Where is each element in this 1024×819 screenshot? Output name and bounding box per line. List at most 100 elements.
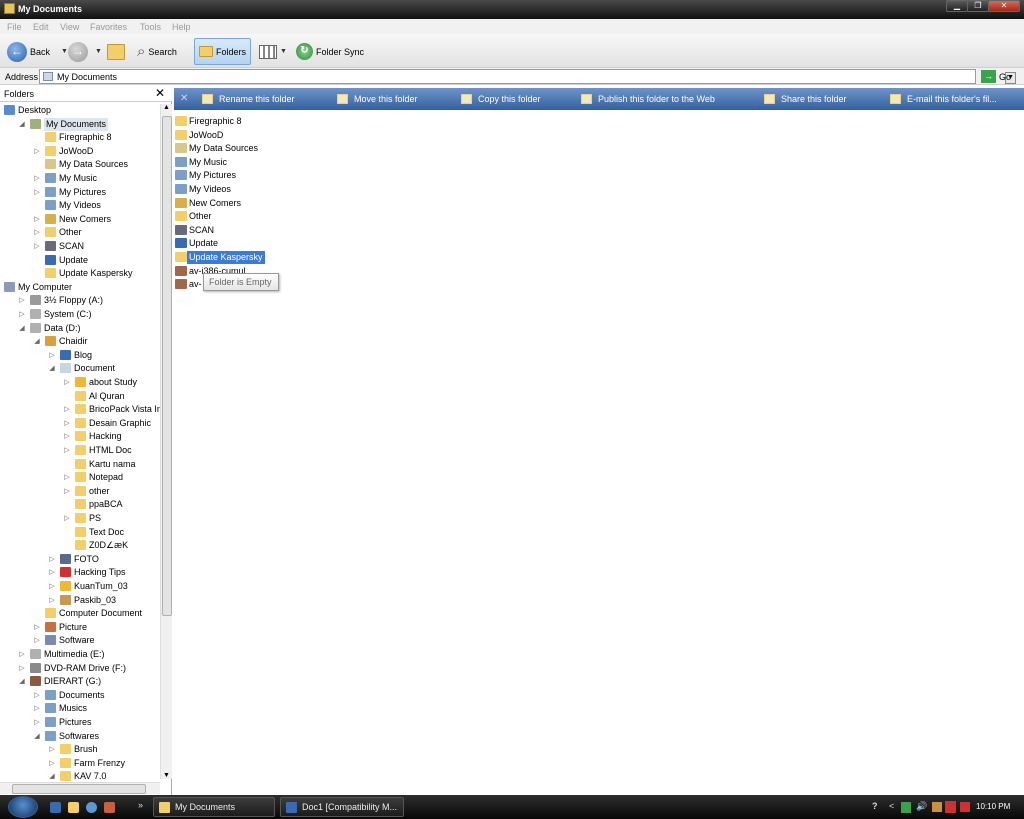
expand-icon[interactable]: ▷ xyxy=(18,308,26,321)
start-button[interactable] xyxy=(8,796,38,818)
tree-item[interactable]: My Videos xyxy=(0,199,160,212)
file-list-item[interactable]: Firegraphic 8 xyxy=(174,115,334,128)
media-player-icon[interactable] xyxy=(104,802,115,813)
collapse-icon[interactable]: ◢ xyxy=(18,675,26,688)
tree-item[interactable]: Computer Document xyxy=(0,607,160,620)
tree-item[interactable]: ▷ other xyxy=(0,485,160,498)
tree-item[interactable]: ▷ PS xyxy=(0,512,160,525)
collapse-icon[interactable]: ◢ xyxy=(33,730,41,743)
tree-item[interactable]: ▷ KuanTum_03 xyxy=(0,580,160,593)
browser-icon[interactable] xyxy=(86,802,97,813)
file-list-item[interactable]: Update Kaspersky xyxy=(174,251,334,264)
expand-icon[interactable]: ▷ xyxy=(33,186,41,199)
close-icon[interactable]: ✕ xyxy=(180,93,188,104)
tree-item[interactable]: Text Doc xyxy=(0,526,160,539)
tree-vertical-scrollbar[interactable]: ▲ ▼ xyxy=(160,104,172,779)
file-list-item[interactable]: My Pictures xyxy=(174,169,334,182)
expand-icon[interactable]: ▷ xyxy=(33,172,41,185)
tree-item[interactable]: ▷ BricoPack Vista Inspirat xyxy=(0,403,160,416)
folder-sync-button[interactable]: ↻ Folder Sync xyxy=(296,39,364,64)
tree-item[interactable]: ◢ Data (D:) xyxy=(0,322,160,335)
tree-item[interactable]: ◢My Computer xyxy=(0,281,160,294)
expand-icon[interactable]: ▷ xyxy=(63,444,71,457)
tree-horizontal-scrollbar[interactable] xyxy=(0,782,160,794)
tree-item[interactable]: ▷ Desain Graphic xyxy=(0,417,160,430)
tree-item[interactable]: ▷ Brush xyxy=(0,743,160,756)
scrollbar-thumb[interactable] xyxy=(12,784,146,794)
tree-item[interactable]: ▷ My Pictures xyxy=(0,186,160,199)
expand-icon[interactable]: ▷ xyxy=(33,240,41,253)
forward-button[interactable]: → ▼ xyxy=(68,39,102,64)
help-icon[interactable]: ? xyxy=(872,801,878,811)
tree-item[interactable]: ◢ Document xyxy=(0,362,160,375)
tray-alert-icon[interactable] xyxy=(960,802,970,812)
scroll-up-icon[interactable]: ▲ xyxy=(163,104,170,111)
tree-item[interactable]: ▷ Musics xyxy=(0,702,160,715)
collapse-icon[interactable]: ◢ xyxy=(18,322,26,335)
file-list-item[interactable]: Update xyxy=(174,237,334,250)
tree-item[interactable]: ▷ Picture xyxy=(0,621,160,634)
up-folder-button[interactable] xyxy=(107,39,125,64)
tree-item[interactable]: ▷ Software xyxy=(0,634,160,647)
tree-item[interactable]: ▷ about Study xyxy=(0,376,160,389)
expand-icon[interactable]: ▷ xyxy=(63,485,71,498)
expand-icon[interactable]: ▷ xyxy=(18,294,26,307)
expand-icon[interactable]: ▷ xyxy=(33,634,41,647)
task-share[interactable]: Share this folder xyxy=(764,88,847,110)
expand-icon[interactable]: ▷ xyxy=(33,621,41,634)
chevron-down-icon[interactable]: ▼ xyxy=(61,48,68,55)
tree-item[interactable]: ◢ DIERART (G:) xyxy=(0,675,160,688)
tree-item[interactable]: ▷ Other xyxy=(0,226,160,239)
tree-item[interactable]: ▷ 3½ Floppy (A:) xyxy=(0,294,160,307)
tree-item[interactable]: ▷ HTML Doc xyxy=(0,444,160,457)
file-list-item[interactable]: SCAN xyxy=(174,224,334,237)
close-button[interactable]: ✕ xyxy=(988,0,1020,12)
tree-item[interactable]: ▷ My Music xyxy=(0,172,160,185)
explorer-icon[interactable] xyxy=(68,802,79,813)
tree-item[interactable]: Kartu nama xyxy=(0,458,160,471)
expand-icon[interactable]: ▷ xyxy=(48,349,56,362)
scroll-down-icon[interactable]: ▼ xyxy=(163,772,170,779)
tree-item[interactable]: ▷ Hacking Tips xyxy=(0,566,160,579)
file-list-item[interactable]: JoWooD xyxy=(174,129,334,142)
file-list-item[interactable]: My Data Sources xyxy=(174,142,334,155)
minimize-button[interactable]: ▁ xyxy=(946,0,968,12)
close-icon[interactable]: ✕ xyxy=(155,86,165,100)
tree-item[interactable]: ▷ FOTO xyxy=(0,553,160,566)
expand-icon[interactable]: ▷ xyxy=(48,594,56,607)
task-email[interactable]: E-mail this folder's fil... xyxy=(890,88,997,110)
tree-item[interactable]: ▷ Documents xyxy=(0,689,160,702)
tree-item[interactable]: ▷ SCAN xyxy=(0,240,160,253)
tree-item[interactable]: ▷ Pictures xyxy=(0,716,160,729)
expand-icon[interactable]: ▷ xyxy=(33,716,41,729)
expand-icon[interactable]: ▷ xyxy=(33,689,41,702)
tree-item[interactable]: Update xyxy=(0,254,160,267)
title-bar[interactable]: My Documents ▁ ❐ ✕ xyxy=(0,0,1024,19)
expand-icon[interactable]: ▷ xyxy=(48,580,56,593)
tree-item[interactable]: ▷ Blog xyxy=(0,349,160,362)
tree-item[interactable]: ▷ New Comers xyxy=(0,213,160,226)
tree-item[interactable]: ◢ Softwares xyxy=(0,730,160,743)
tree-item[interactable]: ▷ JoWooD xyxy=(0,145,160,158)
collapse-icon[interactable]: ◢ xyxy=(18,118,26,131)
address-input[interactable]: My Documents ▼ xyxy=(39,69,1016,84)
tree-item[interactable]: Update Kaspersky xyxy=(0,267,160,280)
expand-icon[interactable]: ▷ xyxy=(48,743,56,756)
file-list-item[interactable]: My Music xyxy=(174,156,334,169)
tree-item[interactable]: Desktop xyxy=(0,104,160,117)
expand-icon[interactable]: ▷ xyxy=(63,417,71,430)
show-desktop-icon[interactable] xyxy=(50,802,61,813)
taskbar-task[interactable]: Doc1 [Compatibility M... xyxy=(280,797,404,817)
menu-favorites[interactable]: Favorites xyxy=(90,22,127,32)
antivirus-icon[interactable] xyxy=(945,801,956,813)
chevron-down-icon[interactable]: ▼ xyxy=(95,48,102,55)
tree-item[interactable]: ▷ System (C:) xyxy=(0,308,160,321)
network-icon[interactable] xyxy=(901,802,911,813)
expand-icon[interactable]: ▷ xyxy=(63,376,71,389)
expand-icon[interactable]: ▷ xyxy=(48,757,56,770)
tree-item[interactable]: ◢ Chaidir xyxy=(0,335,160,348)
menu-tools[interactable]: Tools xyxy=(140,22,161,32)
tree-item[interactable]: ◢ My Documents xyxy=(0,117,160,131)
file-list-item[interactable]: New Comers xyxy=(174,197,334,210)
expand-icon[interactable]: ▷ xyxy=(63,430,71,443)
